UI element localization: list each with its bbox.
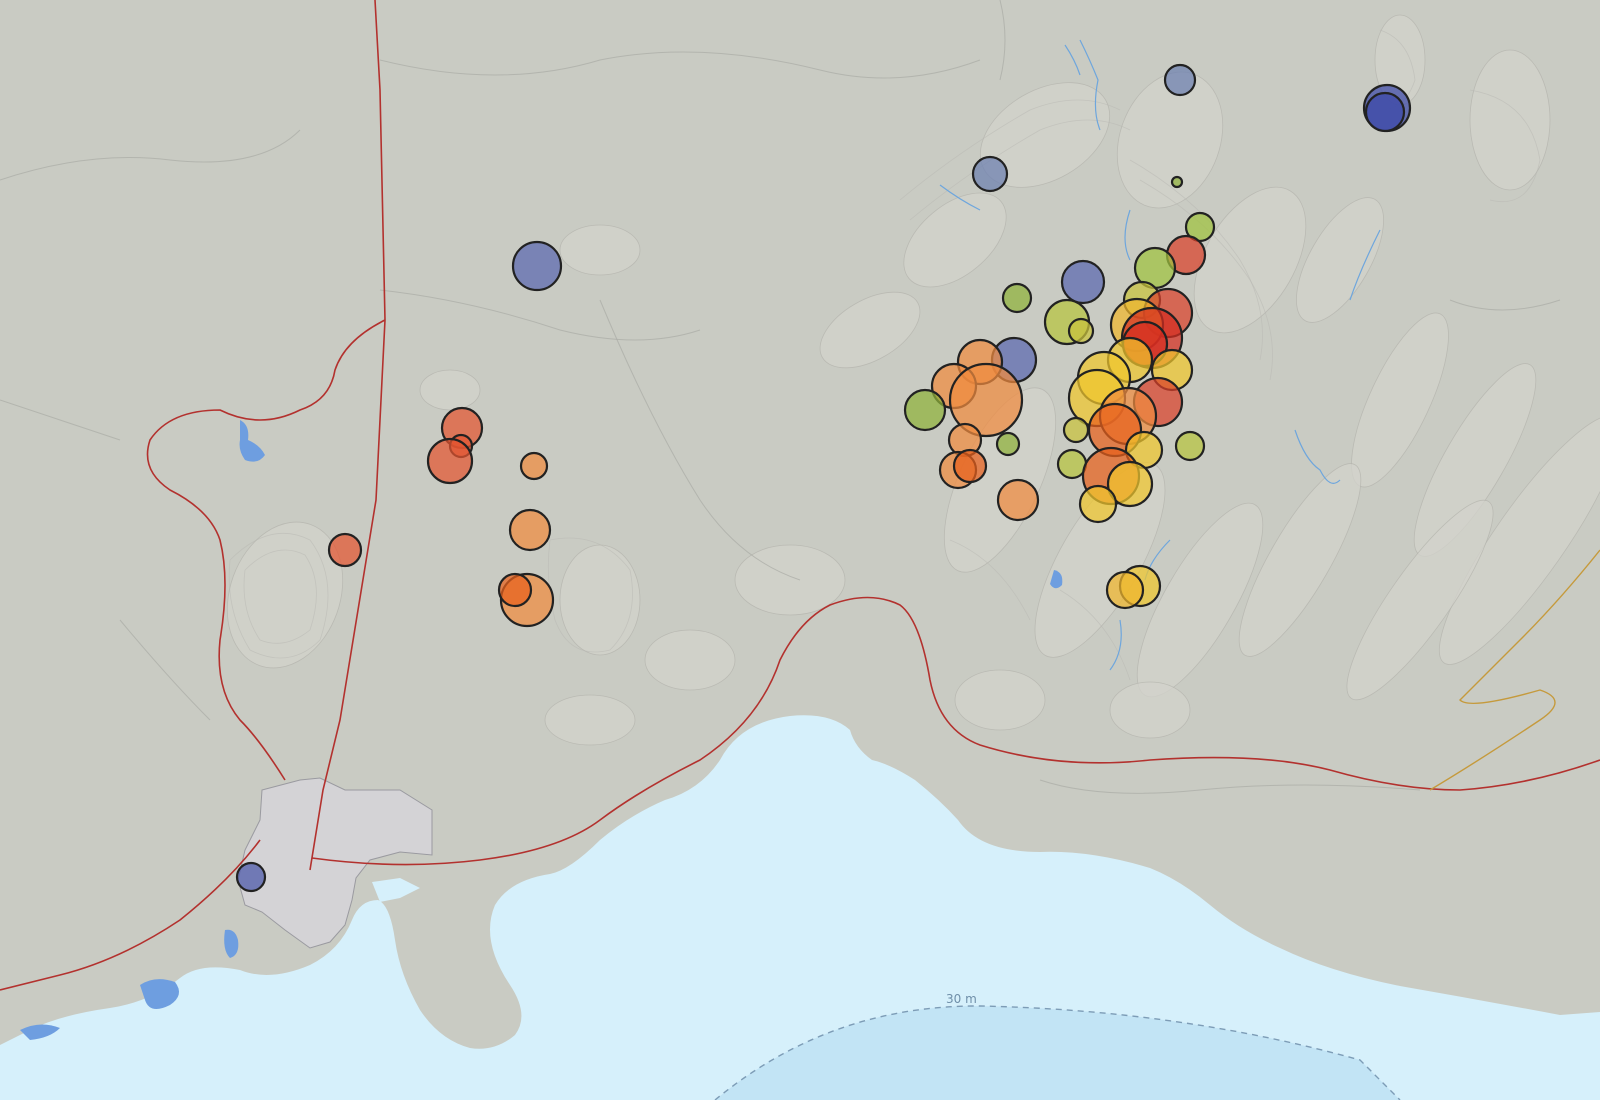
earthquake-marker[interactable] — [1056, 448, 1088, 480]
earthquake-marker[interactable] — [511, 240, 563, 292]
earthquake-marker[interactable] — [1364, 91, 1406, 133]
earthquake-marker[interactable] — [519, 451, 549, 481]
earthquake-marker[interactable] — [1067, 317, 1095, 345]
earthquake-marker[interactable] — [1163, 63, 1197, 97]
earthquake-marker[interactable] — [508, 508, 552, 552]
earthquake-marker[interactable] — [1001, 282, 1033, 314]
depth-contour-label: 30 m — [946, 992, 977, 1006]
earthquake-marker[interactable] — [235, 861, 267, 893]
earthquake-marker[interactable] — [426, 437, 474, 485]
earthquake-map[interactable]: 30 m — [0, 0, 1600, 1100]
earthquake-marker[interactable] — [327, 532, 363, 568]
earthquake-marker[interactable] — [952, 448, 988, 484]
earthquake-marker[interactable] — [1170, 175, 1184, 189]
earthquake-marker[interactable] — [971, 155, 1009, 193]
earthquake-marker[interactable] — [1060, 259, 1106, 305]
earthquake-marker[interactable] — [995, 431, 1021, 457]
earthquake-marker[interactable] — [1078, 484, 1118, 524]
earthquake-marker[interactable] — [1062, 416, 1090, 444]
earthquake-marker[interactable] — [1174, 430, 1206, 462]
earthquake-marker[interactable] — [497, 572, 533, 608]
earthquake-marker[interactable] — [1105, 570, 1145, 610]
earthquake-marker[interactable] — [903, 388, 947, 432]
earthquake-marker[interactable] — [996, 478, 1040, 522]
